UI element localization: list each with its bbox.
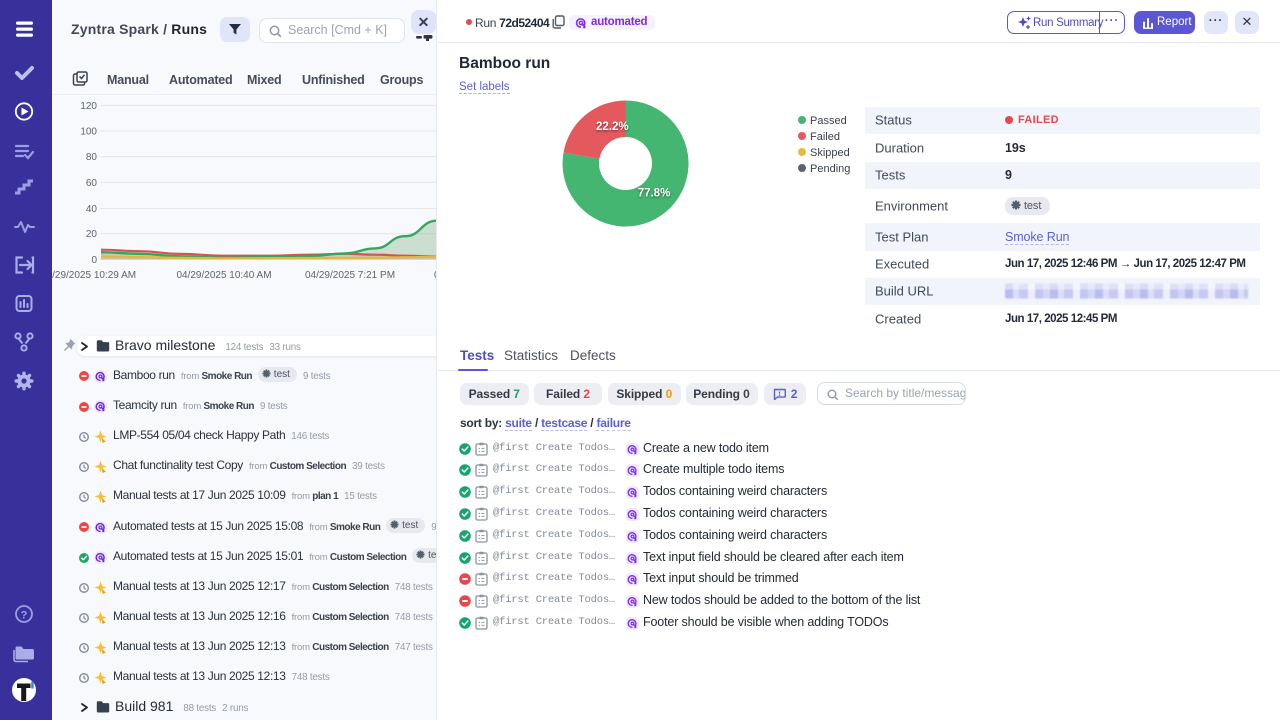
svg-text:60: 60 (86, 178, 98, 189)
svg-text:80: 80 (86, 152, 98, 163)
svg-text:100: 100 (80, 127, 97, 138)
svg-text:04/29/2025 7:21 PM: 04/29/2025 7:21 PM (305, 270, 395, 281)
svg-text:0: 0 (91, 255, 97, 266)
svg-text:120: 120 (80, 101, 97, 112)
svg-text:40: 40 (86, 204, 98, 215)
svg-text:77.8%: 77.8% (638, 188, 671, 200)
svg-text:?: ? (21, 610, 28, 622)
svg-text:04/29/2025 10:29 AM: 04/29/2025 10:29 AM (52, 270, 136, 281)
svg-text:20: 20 (86, 229, 98, 240)
svg-text:04/29/2025 10:40 AM: 04/29/2025 10:40 AM (176, 270, 271, 281)
svg-text:04/2: 04/2 (434, 270, 437, 281)
svg-text:22.2%: 22.2% (596, 121, 629, 133)
